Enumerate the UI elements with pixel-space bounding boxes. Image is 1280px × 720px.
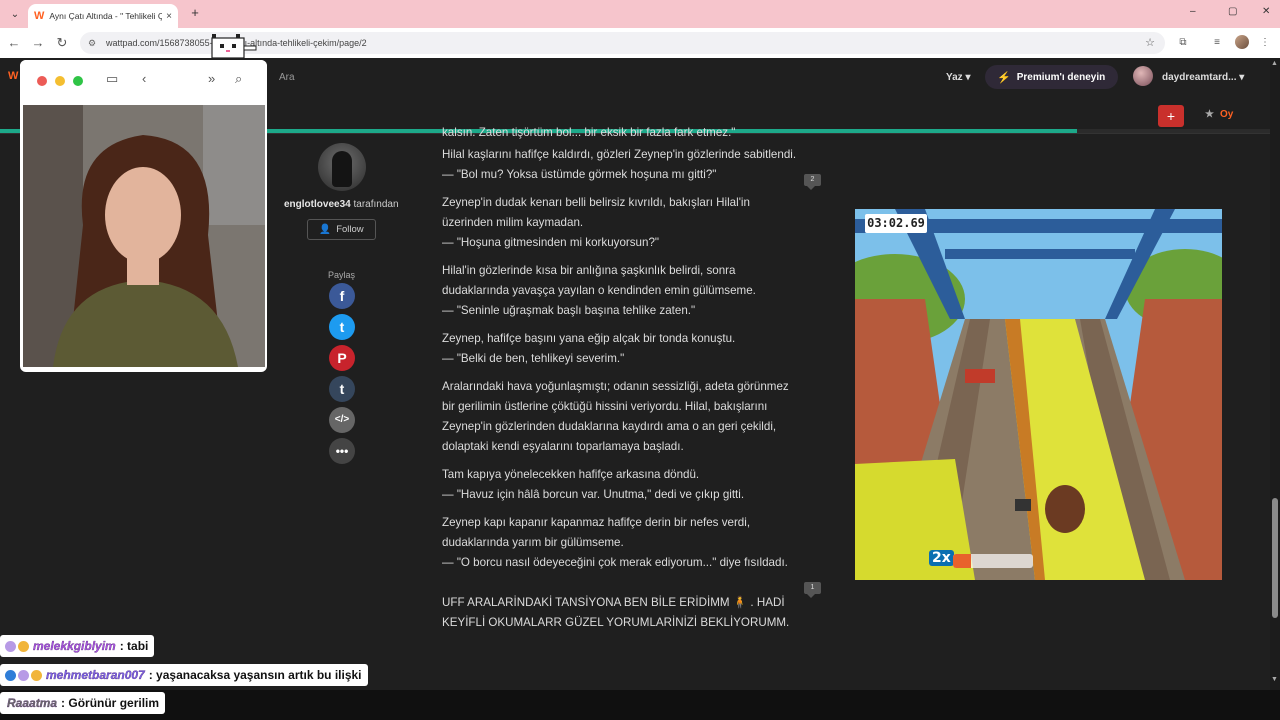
badge-icon [31,669,42,681]
chat-message: mehmetbaran007 : yaşanacaksa yaşansın ar… [0,664,368,686]
more-icon[interactable]: ••• [329,438,355,464]
embed-icon[interactable]: </> [329,407,355,433]
star-icon: ★ [1205,109,1214,120]
follow-label: Follow [336,224,364,235]
scroll-down-icon[interactable]: ▼ [1271,676,1278,683]
chat-username: mehmetbaran007 [46,668,145,682]
story-paragraph: Tam kapıya yönelecekken hafifçe arkasına… [442,468,745,501]
story-partial-line: kalsın. Zaten tişörtüm bol... bir eksik … [442,127,736,139]
tab-title: Aynı Çatı Altında - " Tehlikeli Çe [49,11,163,21]
badge-icon [5,669,16,681]
webcam-feed [23,105,265,367]
menu-kebab-icon[interactable]: ⋮ [1258,36,1272,50]
add-user-icon: 👤 [319,224,332,235]
story-paragraph: Aralarındaki hava yoğunlaşmıştı; odanın … [442,380,789,453]
profile-avatar-icon[interactable] [1235,35,1249,49]
story-paragraph: Hilal'in gözlerinde kısa bir anlığına şa… [442,264,756,317]
bookmark-star-icon[interactable]: ☆ [1145,32,1155,54]
powerup-bar [953,554,1033,568]
wattpad-logo[interactable]: W [8,70,18,82]
premium-button[interactable]: ⚡ Premium'ı deneyin [985,65,1118,89]
wattpad-favicon-icon: W [34,10,45,22]
reload-icon[interactable]: ↻ [53,34,71,52]
user-menu[interactable]: daydreamtard... ▾ [1162,72,1244,83]
author-name[interactable]: englotlovee34 [284,199,351,210]
write-menu[interactable]: Yaz ▾ [946,72,970,83]
back-icon[interactable]: ← [5,34,23,52]
facebook-icon[interactable]: f [329,283,355,309]
premium-label: Premium'ı deneyin [1016,71,1106,83]
follow-button[interactable]: 👤 Follow [307,219,376,240]
zoom-dot-icon[interactable] [73,76,83,86]
scrollbar-thumb[interactable] [1272,498,1278,618]
chat-message: Raaatma : Görünür gerilim [0,692,166,714]
vote-label: Oy [1219,109,1234,120]
speedrun-timer: 03:02.69 [865,214,927,233]
minimize-icon[interactable]: – [1190,6,1196,17]
minimize-dot-icon[interactable] [55,76,65,86]
browser-tab[interactable]: W Aynı Çatı Altında - " Tehlikeli Çe × [28,4,178,28]
webcam-window: ▭ ‹ » ⌕ [20,60,267,372]
badge-icon [18,669,29,681]
close-window-icon[interactable]: ✕ [1262,6,1270,17]
tumblr-icon[interactable]: t [329,376,355,402]
forward-icon[interactable]: → [29,34,47,52]
story-paragraph: Zeynep'in dudak kenarı belli belirsiz kı… [442,196,750,249]
maximize-icon[interactable]: ▢ [1228,6,1237,17]
page-scrollbar[interactable]: ▲ ▼ [1270,58,1280,690]
new-tab-button[interactable]: + [187,5,203,21]
share-label: Paylaş [328,270,356,280]
chat-text: : yaşanacaksa yaşansın artık bu ilişki [148,668,362,682]
chat-message: melekkgiblyim : tabi [0,635,155,657]
search-icon[interactable]: ⌕ [235,71,242,87]
subway-game-scene [855,209,1222,580]
address-bar-row: ← → ↻ ⚙ wattpad.com/1568738055-aynı-çatı… [0,28,1280,58]
user-avatar[interactable] [1133,66,1153,86]
chat-text: : Görünür gerilim [61,696,160,710]
score-multiplier: 2x [929,550,954,566]
powerup-bar-fill [953,554,971,568]
chevron-double-right-icon[interactable]: » [208,71,215,86]
story-paragraph: Hilal kaşlarını hafifçe kaldırdı, gözler… [442,148,797,181]
webcam-person-image [23,105,265,367]
scroll-up-icon[interactable]: ▲ [1271,60,1278,67]
author-note: UFF ARALARİNDAKİ TANSİYONA BEN BİLE ERİD… [442,596,790,629]
story-paragraph: Zeynep kapı kapanır kapanmaz hafifçe der… [442,516,788,569]
search-input[interactable]: Ara [279,72,295,83]
sidebar-icon[interactable]: ▭ [106,71,118,87]
twitter-icon[interactable]: t [329,314,355,340]
author-suffix: tarafından [350,199,399,210]
game-video-overlay: 03:02.69 2x [855,209,1222,580]
inline-comment-button[interactable]: 2 [804,174,821,190]
pinterest-icon[interactable]: P [329,345,355,371]
close-dot-icon[interactable] [37,76,47,86]
tab-close-icon[interactable]: × [166,11,172,22]
chat-username: Raaatma [7,696,58,710]
badge-icon [5,640,16,652]
inline-comment-button[interactable]: 1 [804,582,821,598]
author-avatar[interactable] [318,143,366,191]
chat-username: melekkgiblyim [33,639,116,653]
tab-search-chevron-icon[interactable]: ⌄ [6,5,24,23]
browser-tab-bar: ⌄ W Aynı Çatı Altında - " Tehlikeli Çe ×… [0,0,1280,28]
chevron-left-icon[interactable]: ‹ [142,71,146,86]
bottom-band [0,690,1280,720]
vote-button[interactable]: ★ Oy [1205,109,1233,120]
webcam-titlebar: ▭ ‹ » ⌕ [20,60,267,100]
chat-text: : tabi [119,639,149,653]
extensions-icon[interactable]: ⧉ [1176,36,1190,50]
story-paragraph: Zeynep, hafifçe başını yana eğip alçak b… [442,332,736,365]
reading-list-icon[interactable]: ≡ [1210,36,1224,50]
site-info-icon[interactable]: ⚙ [88,32,96,54]
story-text: kalsın. Zaten tişörtüm bol... bir eksik … [442,127,804,641]
bolt-icon: ⚡ [997,71,1011,84]
author-byline: englotlovee34 tarafından [284,199,399,210]
badge-icon [18,640,29,652]
add-to-list-button[interactable]: + [1158,105,1184,127]
